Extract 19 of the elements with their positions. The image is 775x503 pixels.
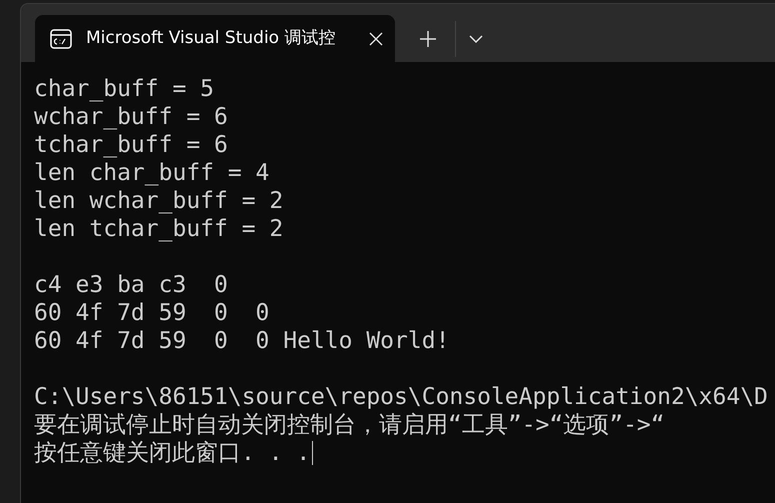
console-line: char_buff = 5 [34,75,214,103]
console-line: len tchar_buff = 2 [34,215,284,243]
add-tab-icon[interactable] [419,30,437,48]
console-line: len wchar_buff = 2 [34,187,284,215]
console-line: C:\Users\86151\source\repos\ConsoleApplication2\x64\D [34,383,768,411]
text-cursor [312,441,314,465]
tab-title: Microsoft Visual Studio 调试控 [86,26,336,50]
console-icon [50,28,72,50]
console-line: 60 4f 7d 59 0 0 [34,299,270,327]
close-icon[interactable] [369,32,383,46]
console-line: wchar_buff = 6 [34,103,228,131]
terminal-tab[interactable]: Microsoft Visual Studio 调试控 [35,15,395,62]
console-line: 按任意键关闭此窗口. . . [34,439,310,467]
chevron-down-icon[interactable] [469,34,483,42]
console-line: 要在调试停止时自动关闭控制台，请启用“工具”->“选项”->“ [34,411,665,439]
console-line: tchar_buff = 6 [34,131,228,159]
console-line: len char_buff = 4 [34,159,270,187]
console-line: c4 e3 ba c3 0 [34,271,228,299]
console-line: 60 4f 7d 59 0 0 Hello World! [34,327,450,355]
